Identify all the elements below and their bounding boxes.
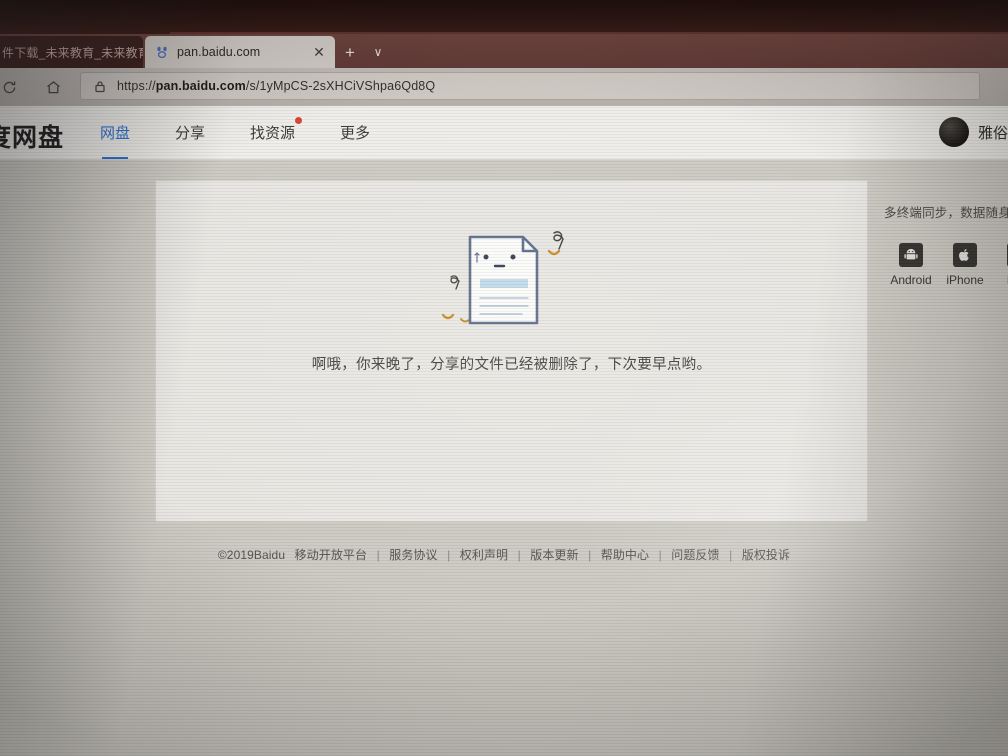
- footer-link-help-center[interactable]: 帮助中心: [601, 548, 649, 562]
- browser-tab-inactive[interactable]: 件下载_未来教育_未来教育: [0, 36, 143, 68]
- tab-title-inactive: 件下载_未来教育_未来教育: [2, 45, 143, 60]
- nav-label: 分享: [175, 124, 206, 142]
- footer-separator: |: [658, 548, 662, 562]
- tab-title-active: pan.baidu.com: [177, 45, 261, 59]
- footer-link-copyright-complaint[interactable]: 版权投诉: [742, 548, 790, 562]
- content-card: 啊哦，你来晚了，分享的文件已经被删除了，下次要早点哟。: [155, 180, 868, 522]
- error-message: 啊哦，你来晚了，分享的文件已经被删除了，下次要早点哟。: [311, 357, 712, 373]
- nav-item-fenxiang[interactable]: 分享: [175, 122, 205, 145]
- user-name: 雅俗赏共: [977, 124, 1008, 142]
- user-account[interactable]: 雅俗赏共: [938, 117, 1008, 147]
- nav-label: 更多: [340, 124, 371, 142]
- close-icon[interactable]: ✕: [309, 42, 329, 62]
- nav-label: 找资源: [250, 124, 296, 142]
- notification-badge-dot: [295, 116, 303, 124]
- baidu-paw-icon: [155, 45, 169, 59]
- url-text: https://pan.baidu.com/s/1yMpCS-2sXHCiVSh…: [117, 79, 435, 93]
- device-label: iPhone: [946, 273, 984, 287]
- deleted-file-doc-illustration: [437, 219, 587, 344]
- screen-bezel-top: [0, 0, 1008, 34]
- lock-icon: [89, 80, 111, 93]
- main-navigation: 网盘 分享 找资源 更多: [100, 106, 415, 160]
- footer-link-service-agreement[interactable]: 服务协议: [389, 548, 437, 562]
- home-icon[interactable]: [36, 72, 70, 102]
- android-icon: [899, 243, 923, 267]
- nav-item-wangpan[interactable]: 网盘: [100, 122, 130, 145]
- device-label: iPad: [992, 273, 1008, 287]
- site-header: 度网盘 网盘 分享 找资源 更多 雅俗赏共: [0, 106, 1008, 160]
- url-path: /s/1yMpCS-2sXHCiVShpa6Qd8Q: [245, 79, 436, 93]
- apple-iphone-icon: [953, 243, 977, 267]
- footer-separator: |: [588, 548, 592, 562]
- url-prefix: https://: [117, 79, 156, 93]
- nav-item-gengduo[interactable]: 更多: [340, 122, 370, 145]
- footer-link-version-update[interactable]: 版本更新: [530, 548, 578, 562]
- device-ipad[interactable]: iPad: [992, 243, 1008, 287]
- footer-separator: |: [729, 548, 733, 562]
- refresh-icon[interactable]: [0, 72, 26, 102]
- copyright-text: ©2019Baidu: [217, 548, 286, 562]
- device-android[interactable]: Android: [884, 243, 938, 287]
- app-download-promo: 多终端同步，数据随身 Android iPhone: [884, 202, 1008, 287]
- new-tab-button[interactable]: +: [336, 38, 364, 66]
- footer-separator: |: [517, 548, 521, 562]
- nav-label: 网盘: [100, 124, 131, 142]
- promo-title: 多终端同步，数据随身: [884, 206, 1008, 220]
- device-label: Android: [890, 273, 932, 287]
- footer-link-rights-statement[interactable]: 权利声明: [460, 548, 508, 562]
- footer-separator: |: [447, 548, 451, 562]
- url-domain: pan.baidu.com: [155, 79, 246, 93]
- device-list: Android iPhone: [884, 243, 1008, 287]
- site-logo[interactable]: 度网盘: [0, 118, 64, 154]
- browser-tab-active[interactable]: pan.baidu.com ✕: [145, 36, 335, 68]
- chevron-down-icon[interactable]: ∨: [364, 38, 392, 66]
- address-bar[interactable]: https://pan.baidu.com/s/1yMpCS-2sXHCiVSh…: [80, 72, 980, 100]
- footer-separator: |: [376, 548, 380, 562]
- footer-link-mobile-platform[interactable]: 移动开放平台: [295, 548, 368, 562]
- avatar: [938, 117, 969, 147]
- footer-link-feedback[interactable]: 问题反馈: [671, 548, 719, 562]
- web-page: 度网盘 网盘 分享 找资源 更多 雅俗赏共: [0, 106, 1008, 756]
- nav-item-zhaoziyuan[interactable]: 找资源: [250, 116, 303, 145]
- device-iphone[interactable]: iPhone: [938, 243, 992, 287]
- page-footer: ©2019Baidu 移动开放平台 | 服务协议 | 权利声明 | 版本更新 |…: [0, 546, 1008, 563]
- laptop-screen-photo: 件下载_未来教育_未来教育 pan.baidu.com ✕ + ∨ https:…: [0, 0, 1008, 756]
